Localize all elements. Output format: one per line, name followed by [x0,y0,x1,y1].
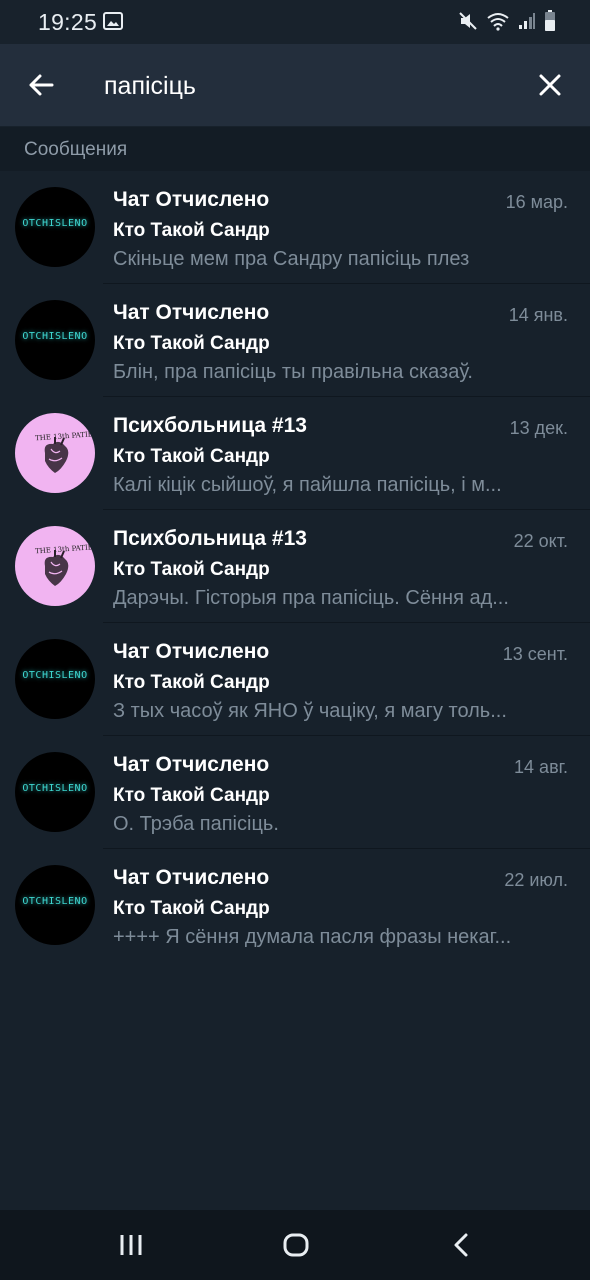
chat-title: Психбольница #13 [113,527,307,550]
avatar: OTCHISLENO [15,300,95,380]
close-icon [539,74,561,96]
status-bar: 19:25 [0,0,590,44]
avatar-logo: OTCHISLENO [22,331,88,342]
message-date: 13 сент. [502,644,568,664]
message-date: 22 окт. [513,531,568,551]
battery-icon [544,10,556,37]
recents-icon [120,1235,142,1255]
sender-name: Кто Такой Сандр [113,898,270,919]
chat-title: Чат Отчислено [113,753,270,776]
message-preview: Скіньце мем пра Сандру папісіць плез [113,248,470,270]
avatar: THE 13th PATIENT [15,526,95,606]
avatar: THE 13th PATIENT [15,413,95,493]
mute-icon [458,11,478,36]
message-preview: З тых часоў як ЯНО ў чаціку, я магу толь… [113,700,507,722]
message-date: 13 дек. [509,418,568,438]
avatar-logo: OTCHISLENO [22,218,88,229]
list-item[interactable]: OTCHISLENO Чат Отчислено 13 сент. Кто Та… [0,623,590,736]
section-header: Сообщения [0,127,590,171]
wifi-icon [486,11,510,36]
chat-title: Чат Отчислено [113,640,270,663]
avatar: OTCHISLENO [15,187,95,267]
arrow-left-icon [29,74,54,96]
chat-title: Чат Отчислено [113,301,270,324]
list-item[interactable]: THE 13th PATIENT Психбольница #13 13 дек… [0,397,590,510]
list-item[interactable]: THE 13th PATIENT Психбольница #13 22 окт… [0,510,590,623]
message-date: 22 июл. [504,870,568,890]
sender-name: Кто Такой Сандр [113,333,270,354]
sender-name: Кто Такой Сандр [113,559,270,580]
section-label: Сообщения [24,139,128,160]
home-icon [283,1233,309,1257]
back-chevron-icon [454,1233,468,1257]
message-date: 16 мар. [505,192,568,212]
avatar-logo: OTCHISLENO [22,783,88,794]
status-time: 19:25 [38,9,98,35]
search-header [0,44,590,126]
chat-title: Чат Отчислено [113,188,270,211]
avatar: OTCHISLENO [15,865,95,945]
navigation-bar [0,1210,590,1280]
avatar: OTCHISLENO [15,752,95,832]
recents-button[interactable] [113,1227,149,1263]
sender-name: Кто Такой Сандр [113,785,270,806]
status-icons [458,10,556,37]
avatar-logo: OTCHISLENO [22,896,88,907]
sender-name: Кто Такой Сандр [113,672,270,693]
chat-title: Психбольница #13 [113,414,307,437]
message-date: 14 янв. [508,305,568,325]
chat-title: Чат Отчислено [113,866,270,889]
screen: 19:25 папісіць Сообщения OTCHISLENO Чат … [0,0,590,1280]
message-preview: Калі кіцік сыйшоў, я пайшла папісіць, і … [113,474,502,496]
home-button[interactable] [278,1227,314,1263]
list-item[interactable]: OTCHISLENO Чат Отчислено 14 авг. Кто Так… [0,736,590,849]
back-button[interactable] [22,65,62,105]
message-preview: ++++ Я сёння думала пасля фразы некаг... [113,926,512,948]
image-icon [103,12,123,35]
system-back-button[interactable] [444,1227,480,1263]
message-preview: О. Трэба папісіць. [113,813,279,835]
avatar: OTCHISLENO [15,639,95,719]
clear-search-button[interactable] [530,65,570,105]
message-preview: Дарэчы. Гісторыя пра папісіць. Сёння ад.… [113,587,509,609]
list-item[interactable]: OTCHISLENO Чат Отчислено 14 янв. Кто Так… [0,284,590,397]
sender-name: Кто Такой Сандр [113,220,270,241]
anatomical-heart-icon [44,437,69,473]
sender-name: Кто Такой Сандр [113,446,270,467]
anatomical-heart-icon [44,550,69,586]
signal-icon [518,12,536,35]
message-preview: Блін, пра папісіць ты правільна сказаў. [113,361,473,383]
list-item[interactable]: OTCHISLENO Чат Отчислено 22 июл. Кто Так… [0,849,590,962]
search-input[interactable] [104,66,504,106]
avatar-logo: OTCHISLENO [22,670,88,681]
message-date: 14 авг. [514,757,568,777]
results-list: OTCHISLENO Чат Отчислено 16 мар. Кто Так… [0,171,590,962]
list-item[interactable]: OTCHISLENO Чат Отчислено 16 мар. Кто Так… [0,171,590,284]
